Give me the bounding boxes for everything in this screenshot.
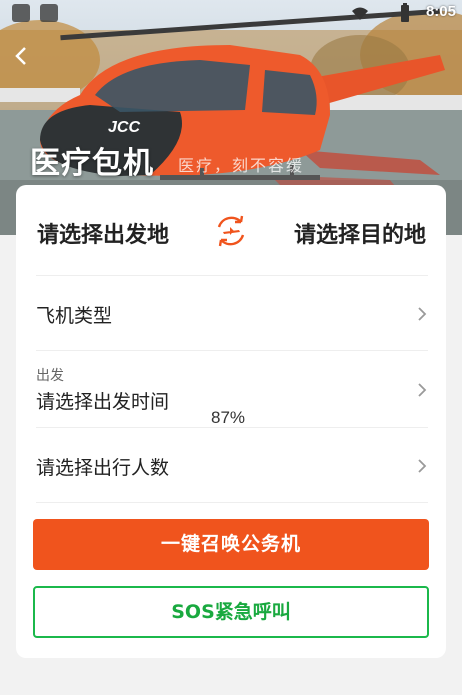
- departure-time-placeholder: 请选择出发时间: [36, 391, 170, 413]
- sos-call-button[interactable]: SOS紧急呼叫: [33, 586, 429, 638]
- aircraft-type-label: 飞机类型: [36, 305, 113, 327]
- chevron-right-icon: [418, 307, 427, 321]
- loading-progress-text: 87%: [211, 408, 246, 427]
- divider: [36, 502, 428, 503]
- passengers-placeholder: 请选择出行人数: [36, 457, 170, 479]
- departure-place-selector[interactable]: 请选择出发地: [37, 217, 169, 249]
- passengers-row[interactable]: 请选择出行人数: [36, 428, 428, 504]
- helicopter-marking: JCC: [108, 119, 140, 136]
- chevron-left-icon[interactable]: [10, 44, 34, 68]
- plane-swap-icon[interactable]: [213, 213, 249, 249]
- route-selector: 请选择出发地 请选择目的地: [16, 185, 446, 275]
- page-subtitle: 医疗，刻不容缓: [178, 156, 305, 175]
- app-icon: [40, 4, 58, 22]
- summon-jet-button[interactable]: 一键召唤公务机: [33, 519, 429, 570]
- battery-icon: [401, 3, 409, 22]
- chevron-right-icon: [418, 383, 427, 397]
- aircraft-type-row[interactable]: 飞机类型: [36, 276, 428, 352]
- page-title: 医疗包机: [30, 146, 154, 181]
- status-bar: 8:05: [0, 0, 462, 28]
- image-icon: [12, 4, 30, 22]
- status-time: 8:05: [425, 3, 456, 20]
- wifi-icon: [352, 7, 368, 20]
- chevron-right-icon: [418, 459, 427, 473]
- destination-place-selector[interactable]: 请选择目的地: [294, 217, 426, 249]
- departure-label: 出发: [36, 368, 64, 384]
